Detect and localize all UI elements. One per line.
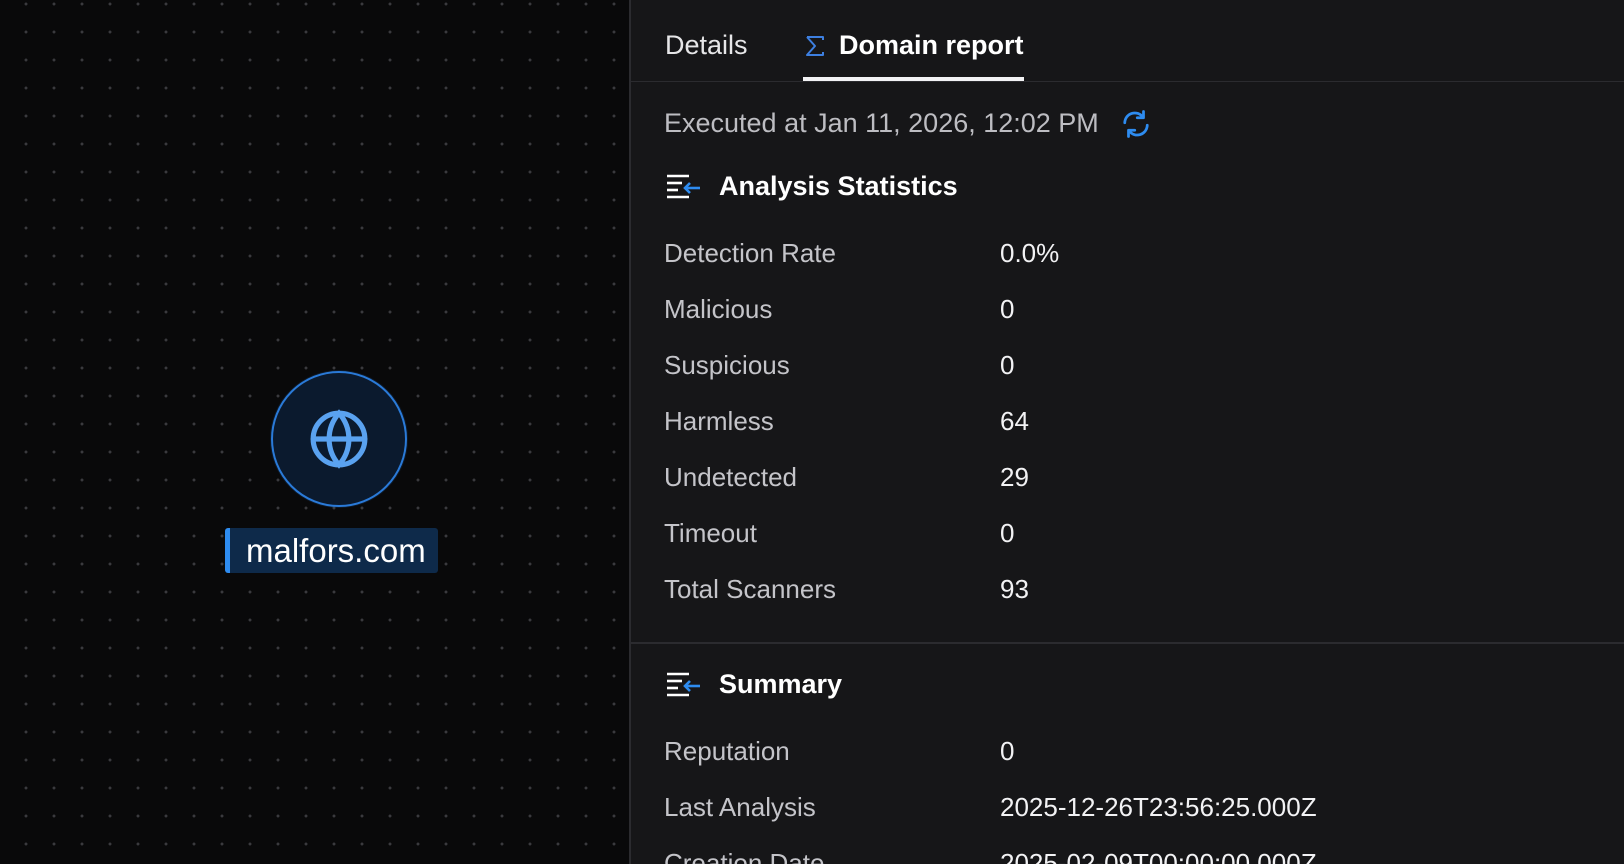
stat-row: Reputation 0 (664, 731, 1564, 771)
stat-row: Suspicious 0 (664, 345, 1564, 385)
stat-label: Suspicious (664, 350, 790, 380)
section-divider (631, 642, 1624, 644)
stat-row: Undetected 29 (664, 457, 1564, 497)
stat-label: Malicious (664, 294, 773, 324)
stat-label: Total Scanners (664, 574, 836, 604)
refresh-icon[interactable] (1119, 109, 1153, 139)
stat-row: Timeout 0 (664, 513, 1564, 553)
list-collapse-icon (667, 672, 700, 696)
stat-value: 64 (1000, 406, 1029, 436)
stat-label: Undetected (664, 462, 797, 492)
stat-label: Reputation (664, 736, 790, 766)
stat-value: 2025-12-26T23:56:25.000Z (1000, 792, 1317, 822)
tab-label: Domain report (839, 30, 1024, 60)
stat-value: 0 (1000, 294, 1015, 324)
tab-details[interactable]: Details (665, 30, 748, 81)
stat-row: Last Analysis 2025-12-26T23:56:25.000Z (664, 787, 1564, 827)
tab-label: Details (665, 30, 748, 60)
stat-value: 29 (1000, 462, 1029, 492)
tab-bar: Details Domain report (631, 0, 1624, 82)
details-panel: Details Domain report Executed at Jan 11… (629, 0, 1624, 864)
stat-value: 0 (1000, 350, 1015, 380)
summary-header[interactable]: Summary (665, 669, 842, 700)
stat-row: Detection Rate 0.0% (664, 233, 1564, 273)
executed-at-text: Executed at Jan 11, 2026, 12:02 PM (664, 108, 1099, 138)
stat-value: 93 (1000, 574, 1029, 604)
section-title: Summary (719, 669, 843, 699)
stat-value: 2025-02-09T00:00:00.000Z (1000, 848, 1317, 864)
stat-row: Creation Date 2025-02-09T00:00:00.000Z (664, 843, 1564, 864)
graph-canvas[interactable]: malfors.com (0, 0, 629, 864)
stat-value: 0 (1000, 736, 1015, 766)
domain-node-label[interactable]: malfors.com (225, 528, 438, 573)
sigma-icon (806, 36, 824, 56)
stat-label: Detection Rate (664, 238, 836, 268)
stat-label: Timeout (664, 518, 757, 548)
globe-icon (310, 409, 368, 469)
analysis-statistics-header[interactable]: Analysis Statistics (665, 171, 958, 202)
section-title: Analysis Statistics (719, 171, 958, 201)
stat-row: Harmless 64 (664, 401, 1564, 441)
stat-value: 0 (1000, 518, 1015, 548)
stat-label: Last Analysis (664, 792, 816, 822)
domain-node[interactable] (271, 371, 407, 507)
stat-label: Harmless (664, 406, 774, 436)
stat-value: 0.0% (1000, 238, 1060, 268)
executed-at: Executed at Jan 11, 2026, 12:02 PM (664, 108, 1153, 139)
stat-row: Malicious 0 (664, 289, 1564, 329)
stat-label: Creation Date (664, 848, 825, 864)
stat-row: Total Scanners 93 (664, 569, 1564, 609)
tab-domain-report[interactable]: Domain report (803, 30, 1024, 81)
list-collapse-icon (667, 174, 700, 198)
